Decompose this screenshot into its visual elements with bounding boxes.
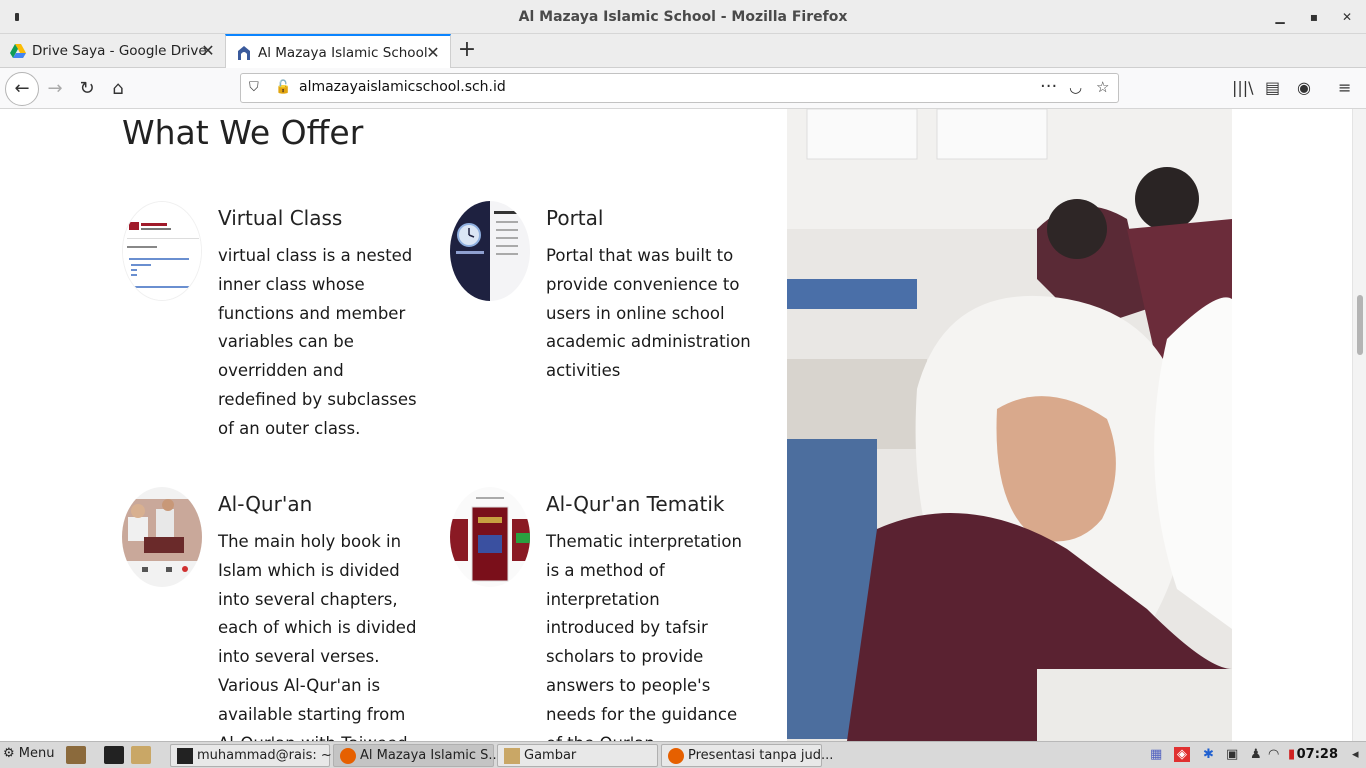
taskbar: ⚙ Menu muhammad@rais: ~ Al Mazaya Islami…: [0, 741, 1366, 768]
insecure-lock-icon[interactable]: 🔓: [275, 80, 291, 95]
scrollbar-thumb[interactable]: [1357, 295, 1363, 355]
task-label: muhammad@rais: ~: [197, 748, 332, 763]
virtual-class-thumbnail[interactable]: [122, 201, 202, 301]
students-photo: [787, 109, 1232, 741]
bluetooth-icon[interactable]: ✱: [1203, 747, 1214, 762]
task-label: Presentasi tanpa jud...: [688, 748, 834, 763]
folder-launcher-icon[interactable]: [131, 746, 151, 764]
firefox-icon: [668, 748, 684, 764]
back-icon[interactable]: ←: [5, 72, 39, 106]
clipboard-icon[interactable]: ▣: [1226, 747, 1238, 762]
minimize-icon[interactable]: ▁: [1271, 8, 1289, 26]
bookmark-star-icon[interactable]: ☆: [1096, 78, 1109, 96]
tab-label: Al Mazaya Islamic School: [258, 45, 428, 61]
tab-google-drive[interactable]: Drive Saya - Google Drive ✕: [0, 34, 225, 68]
web-page: What We Offer Virtual Class virtual clas…: [0, 109, 1366, 741]
maximize-icon[interactable]: ▪: [1305, 8, 1323, 26]
user-icon[interactable]: ♟: [1250, 747, 1262, 762]
sidebar-icon[interactable]: ▤: [1265, 78, 1280, 97]
page-actions-icon[interactable]: ···: [1040, 76, 1057, 97]
file-manager-launcher-icon[interactable]: [66, 746, 86, 764]
pocket-icon[interactable]: ◡: [1069, 78, 1082, 96]
hamburger-menu-icon[interactable]: ≡: [1338, 78, 1351, 97]
window-title: Al Mazaya Islamic School - Mozilla Firef…: [518, 9, 848, 25]
terminal-launcher-icon[interactable]: [104, 746, 124, 764]
offer-description: virtual class is a nested inner class wh…: [218, 246, 417, 438]
page-scrollbar[interactable]: [1352, 109, 1366, 741]
network-icon[interactable]: ◠: [1268, 747, 1279, 762]
tab-strip: Drive Saya - Google Drive ✕ Al Mazaya Is…: [0, 34, 1366, 69]
folder-icon: [504, 748, 520, 764]
battery-icon[interactable]: ▮: [1288, 747, 1295, 762]
close-tab-icon[interactable]: ✕: [424, 43, 442, 62]
taskbar-item-terminal[interactable]: muhammad@rais: ~: [170, 744, 332, 767]
account-icon[interactable]: ◉: [1297, 78, 1311, 97]
al-quran-thumbnail[interactable]: [122, 487, 202, 587]
taskbar-item-presentasi[interactable]: Presentasi tanpa jud...: [661, 744, 833, 767]
url-bar[interactable]: ⛉ 🔓 almazayaislamicschool.sch.id ··· ◡ ☆: [240, 73, 1119, 103]
volume-icon[interactable]: ◂: [1352, 747, 1359, 762]
offer-description: The main holy book in Islam which is div…: [218, 532, 417, 741]
navigation-toolbar: ← → ↻ ⌂ ⛉ 🔓 almazayaislamicschool.sch.id…: [0, 68, 1366, 109]
window-titlebar: Al Mazaya Islamic School - Mozilla Firef…: [0, 0, 1366, 34]
close-window-icon[interactable]: ✕: [1338, 8, 1356, 26]
al-quran-tematik-thumbnail[interactable]: [450, 487, 530, 587]
school-logo-icon: [238, 46, 250, 60]
taskbar-item-firefox[interactable]: Al Mazaya Islamic S...: [333, 744, 501, 767]
offer-title[interactable]: Portal: [546, 206, 603, 230]
start-menu-label: Menu: [18, 746, 55, 761]
clock[interactable]: 07:28: [1297, 747, 1338, 762]
offer-description: Thematic interpretation is a method of i…: [546, 532, 742, 741]
start-menu-button[interactable]: ⚙ Menu: [3, 746, 55, 761]
keyboard-layout-icon[interactable]: ▦: [1150, 747, 1162, 762]
terminal-icon: [177, 748, 193, 764]
offer-title[interactable]: Al-Qur'an: [218, 492, 312, 516]
library-icon[interactable]: |||\: [1232, 78, 1254, 97]
task-label: Al Mazaya Islamic S...: [360, 748, 501, 763]
offer-description: Portal that was built to provide conveni…: [546, 246, 751, 381]
offer-title[interactable]: Al-Qur'an Tematik: [546, 492, 724, 516]
firefox-icon: [340, 748, 356, 764]
taskbar-item-gambar[interactable]: Gambar: [497, 744, 658, 767]
new-tab-icon[interactable]: +: [455, 37, 479, 62]
close-tab-icon[interactable]: ✕: [199, 41, 217, 60]
tab-label: Drive Saya - Google Drive: [32, 43, 207, 59]
url-text[interactable]: almazayaislamicschool.sch.id: [299, 79, 506, 95]
anydesk-icon[interactable]: ◈: [1174, 747, 1190, 762]
task-label: Gambar: [524, 748, 577, 763]
forward-icon[interactable]: →: [40, 74, 70, 104]
reload-icon[interactable]: ↻: [72, 74, 102, 104]
offer-title[interactable]: Virtual Class: [218, 206, 342, 230]
home-icon[interactable]: ⌂: [103, 74, 133, 104]
portal-thumbnail[interactable]: [450, 201, 530, 301]
shield-icon[interactable]: ⛉: [249, 80, 259, 95]
section-heading: What We Offer: [122, 113, 364, 152]
google-drive-icon: [10, 44, 26, 58]
tab-al-mazaya[interactable]: Al Mazaya Islamic School ✕: [225, 34, 451, 69]
